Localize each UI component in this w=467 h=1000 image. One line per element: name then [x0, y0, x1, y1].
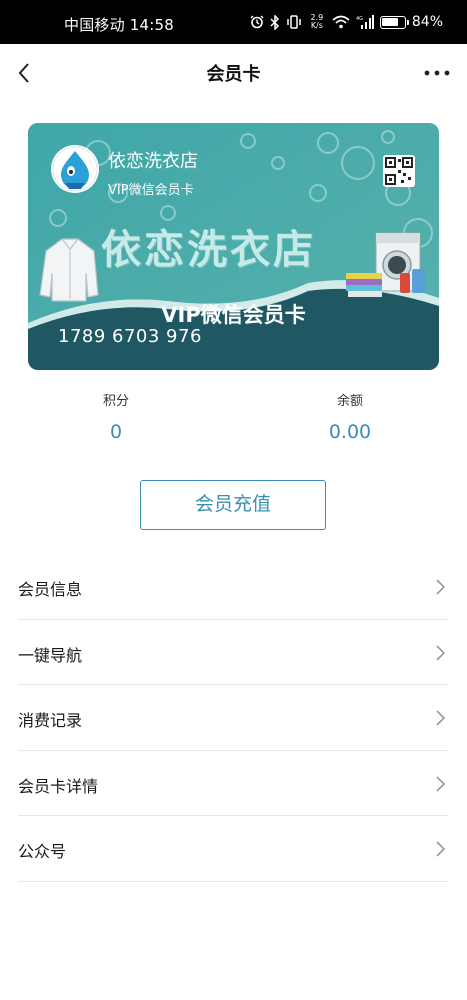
- menu-item-navigation[interactable]: 一键导航: [18, 620, 448, 685]
- folded-clothes-icon: [346, 273, 382, 297]
- battery-percent: 84%: [411, 14, 443, 30]
- menu-item-label: 会员信息: [18, 580, 83, 599]
- vibrate-icon: [286, 15, 302, 29]
- chevron-right-icon: [434, 709, 446, 727]
- status-bar: 中国移动 14:58 2.9 K/s 4G 84%: [0, 0, 467, 44]
- carrier-time: 中国移动 14:58: [64, 16, 174, 34]
- chevron-right-icon: [434, 775, 446, 793]
- menu-item-card-details[interactable]: 会员卡详情: [18, 751, 448, 816]
- menu-item-label: 一键导航: [18, 645, 83, 665]
- status-icons: 2.9 K/s 4G 84%: [250, 12, 443, 32]
- svg-text:4G: 4G: [356, 16, 363, 22]
- net-speed: 2.9 K/s: [310, 13, 324, 30]
- card-number: 1789 6703 976: [58, 326, 202, 347]
- points-value: 0: [109, 421, 123, 443]
- balance-label: 余额: [336, 394, 363, 409]
- shirt-icon: [39, 238, 99, 302]
- alarm-icon: [250, 15, 264, 29]
- store-logo: [51, 145, 99, 193]
- chevron-right-icon: [434, 840, 446, 858]
- menu-item-official-account[interactable]: 公众号: [18, 816, 448, 882]
- bluetooth-icon: [270, 14, 280, 30]
- chevron-right-icon: [434, 578, 446, 596]
- signal-icon: 4G: [356, 15, 374, 29]
- menu-item-label: 会员卡详情: [18, 776, 99, 796]
- card-big-title: 依恋洗衣店: [101, 226, 316, 273]
- qr-code-icon[interactable]: [383, 155, 415, 187]
- points-stat[interactable]: 积分 0: [36, 390, 196, 443]
- menu-item-member-info[interactable]: 会员信息: [18, 554, 448, 620]
- page-title: 会员卡: [206, 64, 261, 85]
- card-vip-label: VIP微信会员卡: [161, 303, 306, 327]
- menu-item-label: 公众号: [18, 842, 67, 861]
- menu-item-consumption-records[interactable]: 消费记录: [18, 685, 448, 751]
- card-store-name: 依恋洗衣店: [108, 151, 198, 172]
- recharge-button[interactable]: 会员充值: [140, 480, 326, 530]
- wifi-icon: [332, 15, 350, 29]
- more-dots-icon[interactable]: [421, 58, 453, 88]
- chevron-right-icon: [434, 644, 446, 662]
- nav-bar: 会员卡: [0, 44, 467, 102]
- menu-list: 会员信息 一键导航 消费记录 会员卡详情 公众号: [18, 554, 448, 882]
- battery-icon: [379, 15, 409, 29]
- card-subtitle: VIP微信会员卡: [108, 183, 194, 198]
- member-card[interactable]: 依恋洗衣店 VIP微信会员卡 依恋洗衣店 VIP微信会员卡 1789 6703 …: [28, 123, 439, 370]
- points-label: 积分: [102, 394, 129, 409]
- balance-value: 0.00: [328, 421, 372, 443]
- balance-stat[interactable]: 余额 0.00: [270, 390, 430, 443]
- menu-item-label: 消费记录: [18, 711, 83, 730]
